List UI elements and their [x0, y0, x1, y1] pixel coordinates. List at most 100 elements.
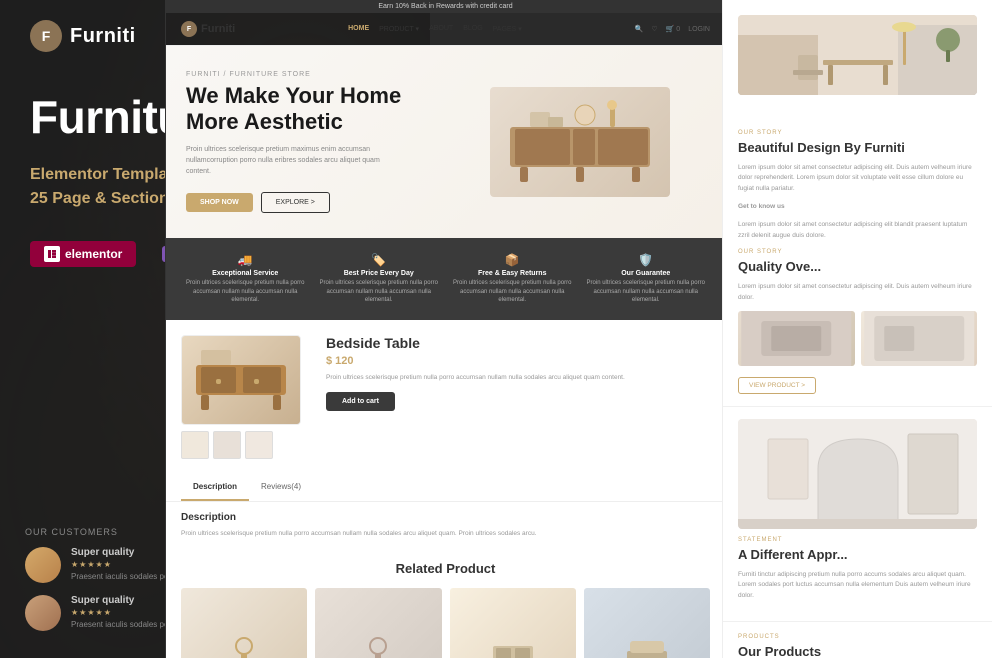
story-desc: Lorem ipsum dolor sit amet consectetur a…: [738, 163, 977, 194]
related-img-3: [450, 588, 576, 658]
nav-blog[interactable]: BLOG: [463, 25, 482, 33]
about-section: ABOUT About Us HOME / ABOUT US: [723, 0, 992, 118]
different-label: STATEMENT: [738, 537, 977, 543]
story-img-2: [861, 311, 978, 366]
feature-large-image: [738, 419, 977, 529]
product-short-desc: Proin ultrices scelerisque pretium nulla…: [326, 373, 710, 383]
testimonial-desc-3: Praesent iaculis sodales porta.: [71, 619, 180, 630]
feature-img-svg: [738, 419, 977, 529]
related-item-3: SLIDING DOORS: [450, 588, 576, 658]
view-product-button[interactable]: VIEW PRODUCT >: [738, 377, 816, 394]
right-feature-section: STATEMENT A Different Appr... Furniti ti…: [723, 407, 992, 622]
product-info: Bedside Table $ 120 Proin ultrices scele…: [326, 335, 710, 459]
related-img-4: [584, 588, 710, 658]
right-products-section: PRODUCTS Our Products Proin ultrices sce…: [723, 622, 992, 658]
related-item-4: WOODEN BED: [584, 588, 710, 658]
testimonial-title-3: Super quality: [71, 595, 180, 606]
nav-pages[interactable]: PAGES ▾: [493, 25, 522, 33]
thumb-1[interactable]: [181, 431, 209, 459]
about-header-image: ABOUT About Us HOME / ABOUT US: [738, 15, 977, 95]
thumb-3[interactable]: [245, 431, 273, 459]
store-nav-right: 🔍 ♡ 🛒 0 LOGIN: [635, 25, 710, 33]
right-story-section: OUR STORY Beautiful Design By Furniti Lo…: [723, 118, 992, 407]
related-item-1: FLOOR LAMP: [181, 588, 307, 658]
product-tabs: Description Reviews(4): [166, 474, 725, 502]
avatar-1: [25, 547, 61, 583]
hero-title-line2: More Aesthetic: [186, 109, 436, 135]
related-img-1: [181, 588, 307, 658]
store-nav[interactable]: F Furniti HOME PRODUCT ▾ ABOUT BLOG PAGE…: [166, 13, 725, 46]
store-logo-icon: F: [181, 21, 197, 37]
add-to-cart-button[interactable]: Add to cart: [326, 392, 395, 411]
store-nav-links: HOME PRODUCT ▾ ABOUT BLOG PAGES ▾: [247, 25, 622, 33]
product-title: Bedside Table: [326, 335, 710, 351]
feature-2: 🏷️ Best Price Every Day Proin ultrices s…: [315, 248, 444, 309]
shop-now-button[interactable]: SHOP NOW: [186, 193, 253, 212]
feature-desc-2: Proin ultrices scelerisque pretium nulla…: [320, 279, 439, 304]
hero-furniture-image: [490, 87, 670, 197]
different-desc: Furniti tinctur adipiscing pretium nulla…: [738, 570, 977, 601]
right-products-label: PRODUCTS: [738, 634, 977, 640]
feature-4: 🛡️ Our Guarantee Proin ultrices sceleris…: [582, 248, 711, 309]
hero-section: FURNITI / FURNITURE STORE We Make Your H…: [166, 46, 725, 238]
elementor-icon: [44, 246, 60, 262]
store-brand-name: Furniti: [201, 23, 235, 35]
best-price-icon: 🏷️: [320, 253, 439, 267]
right-products-title: Our Products: [738, 644, 977, 658]
related-img-2: [315, 588, 441, 658]
login-link[interactable]: LOGIN: [688, 26, 710, 33]
hero-content: FURNITI / FURNITURE STORE We Make Your H…: [186, 71, 436, 213]
hero-title-line1: We Make Your Home: [186, 83, 436, 109]
hero-desc: Proin ultrices scelerisque pretium maxim…: [186, 144, 386, 178]
sideboard-svg: [500, 97, 660, 187]
product-thumbnails: [181, 431, 311, 459]
feature-desc-1: Proin ultrices scelerisque pretium nulla…: [186, 279, 305, 304]
related-item-2: FLOOR LAMP: [315, 588, 441, 658]
story-title: Beautiful Design By Furniti: [738, 140, 977, 157]
right-panel: ABOUT About Us HOME / ABOUT US OUR STORY…: [722, 0, 992, 658]
description-heading: Description: [181, 512, 710, 523]
tab-reviews[interactable]: Reviews(4): [249, 474, 313, 501]
quality-label: OUR STORY: [738, 249, 977, 255]
story-images-row: [738, 311, 977, 366]
cart-icon[interactable]: 🛒 0: [666, 25, 681, 33]
elementor-badge: elementor: [30, 241, 136, 267]
testimonial-desc-1: Praesent iaculis sodales porta.: [71, 571, 180, 582]
stars-1: ★★★★★: [71, 560, 180, 569]
testimonial-title-1: Super quality: [71, 547, 180, 558]
avatar-3: [25, 595, 61, 631]
exceptional-service-icon: 🚚: [186, 253, 305, 267]
hero-small-text: FURNITI / FURNITURE STORE: [186, 71, 436, 78]
quality-title: Quality Ove...: [738, 259, 977, 276]
product-price: $ 120: [326, 355, 710, 367]
features-bar: 🚚 Exceptional Service Proin ultrices sce…: [166, 238, 725, 319]
stars-3: ★★★★★: [71, 608, 180, 617]
feature-desc-4: Proin ultrices scelerisque pretium nulla…: [587, 279, 706, 304]
nav-about[interactable]: ABOUT: [429, 25, 453, 33]
different-title: A Different Appr...: [738, 547, 977, 564]
wishlist-icon[interactable]: ♡: [651, 25, 657, 33]
product-page: Bedside Table $ 120 Proin ultrices scele…: [166, 320, 725, 474]
product-images: [181, 335, 311, 459]
get-to-know-desc: Lorem ipsum dolor sit amet consectetur a…: [738, 220, 977, 241]
logo-icon: F: [30, 20, 62, 52]
nav-home[interactable]: HOME: [348, 25, 369, 33]
description-text: Proin ultrices scelerisque pretium nulla…: [181, 529, 710, 539]
thumb-2[interactable]: [213, 431, 241, 459]
search-icon[interactable]: 🔍: [635, 25, 644, 33]
related-products-section: Related Product FLOOR LAMP FLOOR LAMP SL…: [166, 549, 725, 658]
hero-image: [456, 87, 706, 197]
bedside-table-svg: [191, 345, 291, 415]
about-interior-svg: [738, 15, 977, 95]
nav-product[interactable]: PRODUCT ▾: [379, 25, 419, 33]
store-logo: F Furniti: [181, 21, 235, 37]
feature-title-3: Free & Easy Returns: [453, 270, 572, 277]
explore-button[interactable]: EXPLORE >: [261, 192, 330, 213]
hero-title: We Make Your Home More Aesthetic: [186, 83, 436, 136]
quality-desc: Lorem ipsum dolor sit amet consectetur a…: [738, 282, 977, 303]
feature-1: 🚚 Exceptional Service Proin ultrices sce…: [181, 248, 310, 309]
product-main-image: [181, 335, 301, 425]
story-img-1: [738, 311, 855, 366]
feature-3: 📦 Free & Easy Returns Proin ultrices sce…: [448, 248, 577, 309]
tab-description[interactable]: Description: [181, 474, 249, 501]
